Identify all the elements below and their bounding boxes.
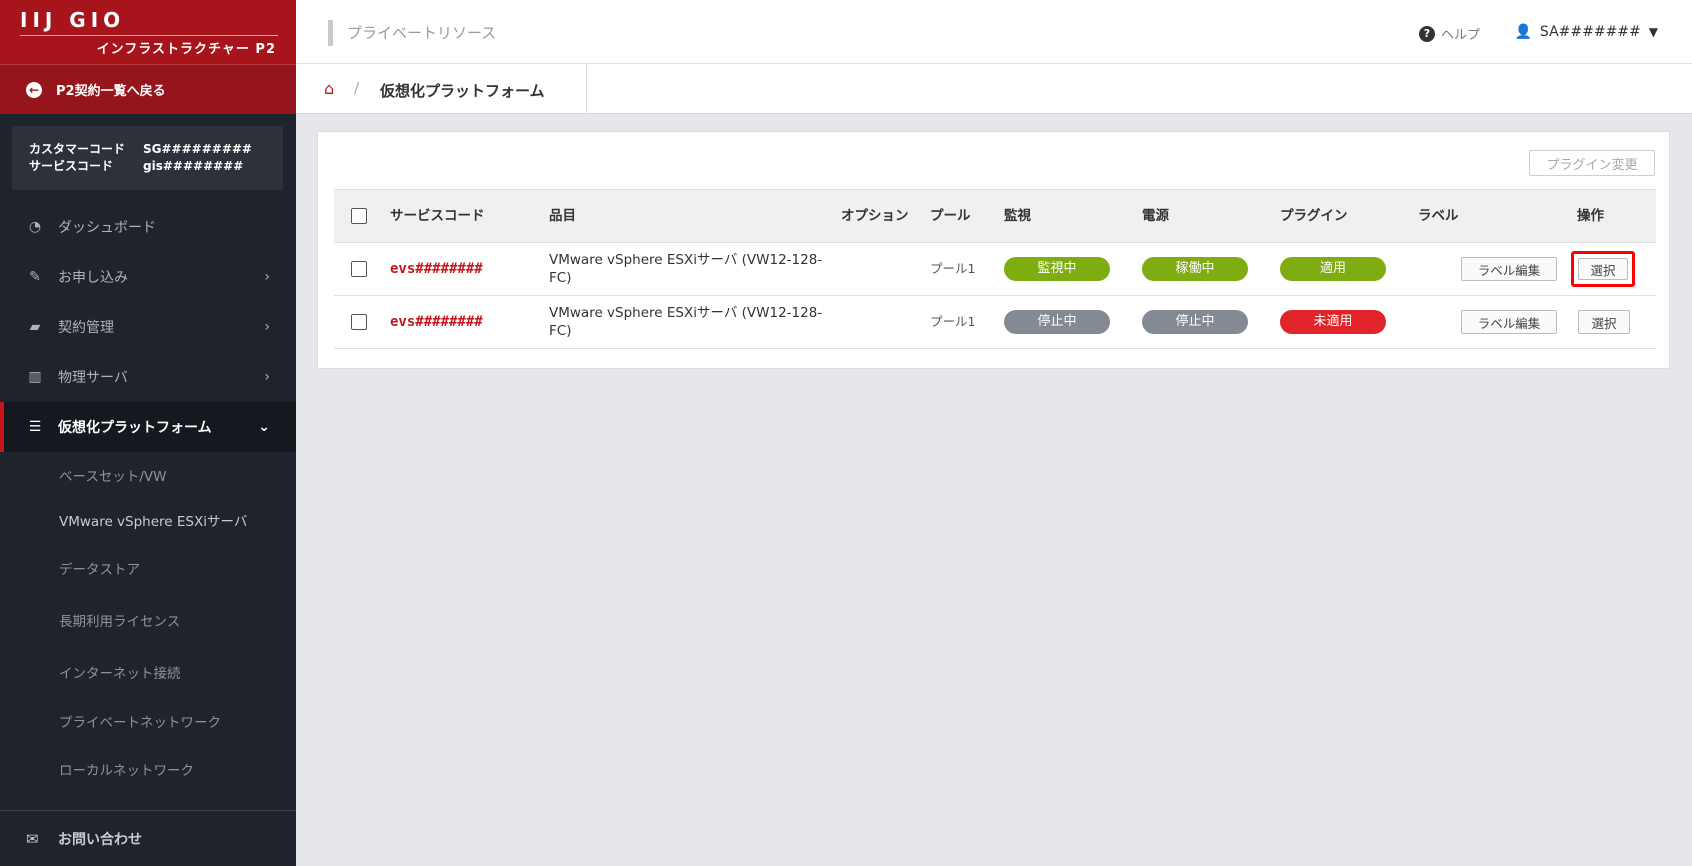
plugin-status-badge: 未適用: [1280, 310, 1386, 334]
select-button[interactable]: 選択: [1578, 310, 1630, 334]
breadcrumb: ⌂ / 仮想化プラットフォーム: [296, 64, 1692, 114]
highlight-box: 選択: [1571, 251, 1635, 287]
pool-cell: プール1: [924, 295, 998, 349]
column-header[interactable]: 品目: [543, 189, 835, 243]
top-bar: プライベートリソース ? ヘルプ 👤 SA####### ▼: [296, 0, 1692, 64]
customer-code-value: SG#########: [143, 142, 252, 156]
monitor-status-badge: 監視中: [1004, 257, 1110, 281]
column-header[interactable]: プール: [924, 189, 998, 243]
brand-divider: [20, 35, 278, 36]
column-header[interactable]: オプション: [835, 189, 924, 243]
chevron-right-icon: ›: [264, 319, 270, 335]
label-edit-button[interactable]: ラベル編集: [1461, 310, 1557, 334]
sidebar-item-label: 契約管理: [58, 320, 114, 336]
truck-icon: ▰: [29, 319, 41, 335]
sidebar-item-physical-server[interactable]: ▥ 物理サーバ ›: [0, 352, 296, 402]
column-header[interactable]: ラベル: [1412, 189, 1571, 243]
brand-logo[interactable]: IIJ GIO: [20, 10, 276, 30]
brand-subtitle: インフラストラクチャー P2: [96, 42, 276, 57]
sidebar-subitem-local-network[interactable]: ローカルネットワーク: [0, 743, 296, 795]
service-code-label: サービスコード: [29, 159, 114, 173]
server-list-panel: プラグイン変更 サービスコード 品目 オプション プール 監視 電源 プラグイン…: [317, 131, 1670, 369]
sidebar-item-label: ダッシュボード: [58, 220, 156, 236]
table-row: evs######## VMware vSphere ESXiサーバ (VW12…: [334, 242, 1656, 296]
table-row: evs######## VMware vSphere ESXiサーバ (VW12…: [334, 295, 1656, 349]
row-checkbox[interactable]: [351, 261, 367, 277]
arrow-left-circle-icon: ←: [26, 81, 42, 98]
row-checkbox[interactable]: [351, 314, 367, 330]
sidebar-item-label: 物理サーバ: [58, 370, 128, 386]
sidebar-contact[interactable]: ✉ お問い合わせ: [0, 810, 296, 866]
back-to-contracts-link[interactable]: ← P2契約一覧へ戻る: [0, 64, 296, 114]
power-status-badge: 稼働中: [1142, 257, 1248, 281]
breadcrumb-current: 仮想化プラットフォーム: [380, 82, 545, 100]
service-code-link[interactable]: evs########: [390, 261, 483, 277]
select-button[interactable]: 選択: [1578, 258, 1628, 280]
pool-cell: プール1: [924, 242, 998, 296]
page-title: プライベートリソース: [328, 20, 496, 46]
option-cell: [835, 242, 924, 296]
sidebar-subitem-datastore[interactable]: データストア: [0, 542, 296, 594]
sidebar-subitem-internet[interactable]: インターネット接続: [0, 646, 296, 698]
item-cell: VMware vSphere ESXiサーバ (VW12-128-FC): [543, 295, 835, 349]
chevron-down-icon: ⌄: [258, 419, 270, 435]
column-header[interactable]: サービスコード: [384, 189, 543, 243]
column-header[interactable]: 電源: [1136, 189, 1274, 243]
column-header[interactable]: 監視: [998, 189, 1136, 243]
sidebar-item-virtualization[interactable]: ☰ 仮想化プラットフォーム ⌄: [0, 402, 296, 452]
label-edit-button[interactable]: ラベル編集: [1461, 257, 1557, 281]
sidebar-nav: ◔ ダッシュボード ✎ お申し込み › ▰ 契約管理 › ▥ 物理サーバ › ☰…: [0, 202, 296, 795]
sidebar-item-contract[interactable]: ▰ 契約管理 ›: [0, 302, 296, 352]
caret-down-icon: ▼: [1648, 25, 1658, 39]
column-header: 操作: [1571, 189, 1656, 243]
sidebar: IIJ GIO インフラストラクチャー P2 ← P2契約一覧へ戻る カスタマー…: [0, 0, 296, 866]
user-menu[interactable]: 👤 SA####### ▼: [1514, 24, 1658, 40]
customer-info-box: カスタマーコード SG######### サービスコード gis########: [12, 126, 283, 190]
chevron-right-icon: ›: [264, 369, 270, 385]
sidebar-item-dashboard[interactable]: ◔ ダッシュボード: [0, 202, 296, 252]
plugin-change-button[interactable]: プラグイン変更: [1529, 150, 1655, 176]
column-header[interactable]: プラグイン: [1274, 189, 1412, 243]
plugin-status-badge: 適用: [1280, 257, 1386, 281]
sidebar-subitem-baseset[interactable]: ベースセット/VW: [0, 452, 296, 497]
home-icon[interactable]: ⌂: [324, 79, 334, 98]
service-code-value: gis########: [143, 159, 244, 173]
item-cell: VMware vSphere ESXiサーバ (VW12-128-FC): [543, 242, 835, 296]
service-code-link[interactable]: evs########: [390, 314, 483, 330]
customer-code-label: カスタマーコード: [29, 142, 126, 156]
sidebar-subitem-private-network[interactable]: プライベートネットワーク: [0, 698, 296, 743]
sidebar-subitem-license[interactable]: 長期利用ライセンス: [0, 594, 296, 646]
option-cell: [835, 295, 924, 349]
sidebar-item-application[interactable]: ✎ お申し込み ›: [0, 252, 296, 302]
sidebar-subitem-esxi-server[interactable]: VMware vSphere ESXiサーバ: [0, 497, 296, 542]
breadcrumb-divider: [586, 64, 587, 114]
question-circle-icon: ?: [1418, 25, 1435, 42]
help-label: ヘルプ: [1440, 28, 1480, 43]
building-icon: ▥: [28, 369, 42, 385]
dashboard-icon: ◔: [28, 219, 42, 235]
brand-header: IIJ GIO インフラストラクチャー P2: [0, 0, 296, 64]
sidebar-item-label: 仮想化プラットフォーム: [58, 420, 212, 436]
contact-label: お問い合わせ: [58, 831, 142, 848]
breadcrumb-separator: /: [354, 79, 360, 97]
envelope-icon: ✉: [26, 829, 39, 848]
monitor-status-badge: 停止中: [1004, 310, 1110, 334]
back-label: P2契約一覧へ戻る: [56, 84, 166, 99]
power-status-badge: 停止中: [1142, 310, 1248, 334]
server-icon: ☰: [28, 419, 42, 435]
server-table: サービスコード 品目 オプション プール 監視 電源 プラグイン ラベル 操作 …: [334, 189, 1656, 349]
chevron-right-icon: ›: [264, 269, 270, 285]
sidebar-item-label: お申し込み: [58, 270, 128, 286]
user-icon: 👤: [1514, 24, 1532, 40]
edit-icon: ✎: [29, 269, 41, 285]
help-link[interactable]: ? ヘルプ: [1418, 24, 1480, 43]
select-all-checkbox[interactable]: [351, 207, 367, 224]
table-header-row: サービスコード 品目 オプション プール 監視 電源 プラグイン ラベル 操作: [334, 189, 1656, 243]
user-label: SA#######: [1539, 24, 1641, 40]
